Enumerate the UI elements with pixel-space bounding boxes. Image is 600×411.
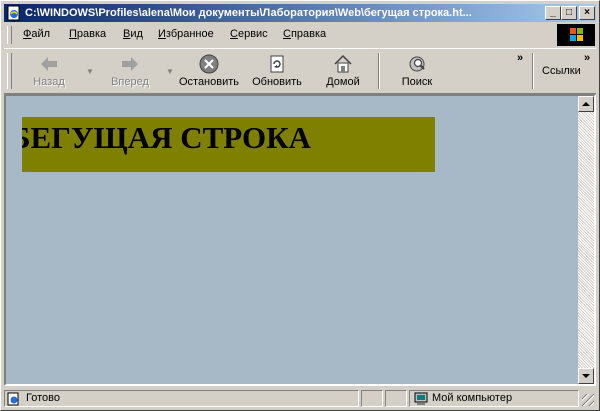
scroll-up-arrow-icon xyxy=(582,102,590,106)
window-title: C:\WINDOWS\Profiles\alena\Мои документы\… xyxy=(25,7,472,19)
refresh-button[interactable]: Обновить xyxy=(248,51,306,91)
toolbar-separator xyxy=(378,53,380,89)
home-button[interactable]: Домой xyxy=(320,51,366,91)
status-zone-panel: Мой компьютер xyxy=(409,390,579,407)
refresh-label: Обновить xyxy=(252,76,302,88)
my-computer-icon xyxy=(414,392,428,405)
menu-edit[interactable]: Правка xyxy=(69,28,106,40)
home-icon xyxy=(334,54,352,73)
forward-dropdown-icon[interactable]: ▼ xyxy=(166,67,174,76)
marquee-text: БЕГУЩАЯ СТРОКА xyxy=(22,120,312,155)
back-label: Назад xyxy=(33,76,65,88)
stop-button[interactable]: Остановить xyxy=(176,51,242,91)
forward-label: Вперед xyxy=(111,76,149,88)
refresh-icon xyxy=(270,55,284,73)
maximize-button[interactable]: □ xyxy=(561,6,577,20)
status-bar: Готово Мой компьютер xyxy=(4,389,596,409)
status-panel-progress xyxy=(361,390,383,407)
toolbar-grip[interactable] xyxy=(7,53,12,89)
links-separator xyxy=(532,53,534,89)
vertical-scrollbar[interactable] xyxy=(578,96,594,384)
menu-file[interactable]: Файл xyxy=(23,28,50,40)
status-text-panel: Готово xyxy=(4,390,359,407)
status-panel-security xyxy=(385,390,407,407)
marquee-box: БЕГУЩАЯ СТРОКА xyxy=(22,117,435,172)
scroll-down-button[interactable] xyxy=(578,368,594,384)
back-arrow-icon xyxy=(41,57,57,71)
menu-tools[interactable]: Сервис xyxy=(230,28,268,40)
scroll-down-arrow-icon xyxy=(582,374,590,378)
forward-arrow-icon xyxy=(122,57,138,71)
windows-flag-icon xyxy=(570,28,583,41)
toolbar-overflow-chevron[interactable]: » xyxy=(517,52,523,64)
forward-button[interactable]: Вперед xyxy=(104,51,156,91)
stop-label: Остановить xyxy=(178,76,240,88)
home-label: Домой xyxy=(326,76,360,88)
search-label: Поиск xyxy=(401,76,433,88)
minimize-button[interactable]: _ xyxy=(545,6,561,20)
standard-toolbar: Назад ▼ Вперед ▼ Остановить Обновить Дом… xyxy=(4,48,596,94)
search-globe-icon xyxy=(409,56,425,72)
zone-text: Мой компьютер xyxy=(432,392,513,404)
close-button[interactable]: × xyxy=(579,6,595,20)
back-button[interactable]: Назад xyxy=(24,51,74,91)
links-button[interactable]: Ссылки xyxy=(542,65,581,77)
scroll-up-button[interactable] xyxy=(578,96,594,112)
content-frame: БЕГУЩАЯ СТРОКА xyxy=(4,94,596,386)
search-button[interactable]: Поиск xyxy=(394,51,440,91)
browser-window: C:\WINDOWS\Profiles\alena\Мои документы\… xyxy=(0,0,600,411)
resize-grip[interactable] xyxy=(582,394,594,406)
menu-view[interactable]: Вид xyxy=(123,28,143,40)
web-page: БЕГУЩАЯ СТРОКА xyxy=(6,96,578,384)
menu-help[interactable]: Справка xyxy=(283,28,326,40)
back-dropdown-icon[interactable]: ▼ xyxy=(86,67,94,76)
links-overflow-chevron[interactable]: » xyxy=(584,52,590,64)
stop-icon xyxy=(199,54,219,74)
menu-bar-grip[interactable] xyxy=(7,26,12,44)
page-done-icon xyxy=(7,392,19,406)
menu-favorites[interactable]: Избранное xyxy=(158,28,214,40)
title-bar[interactable]: C:\WINDOWS\Profiles\alena\Мои документы\… xyxy=(4,4,596,22)
menu-bar: Файл Правка Вид Избранное Сервис Справка xyxy=(4,24,554,46)
windows-logo xyxy=(557,24,595,46)
status-text: Готово xyxy=(26,392,60,404)
html-document-icon xyxy=(7,5,20,21)
